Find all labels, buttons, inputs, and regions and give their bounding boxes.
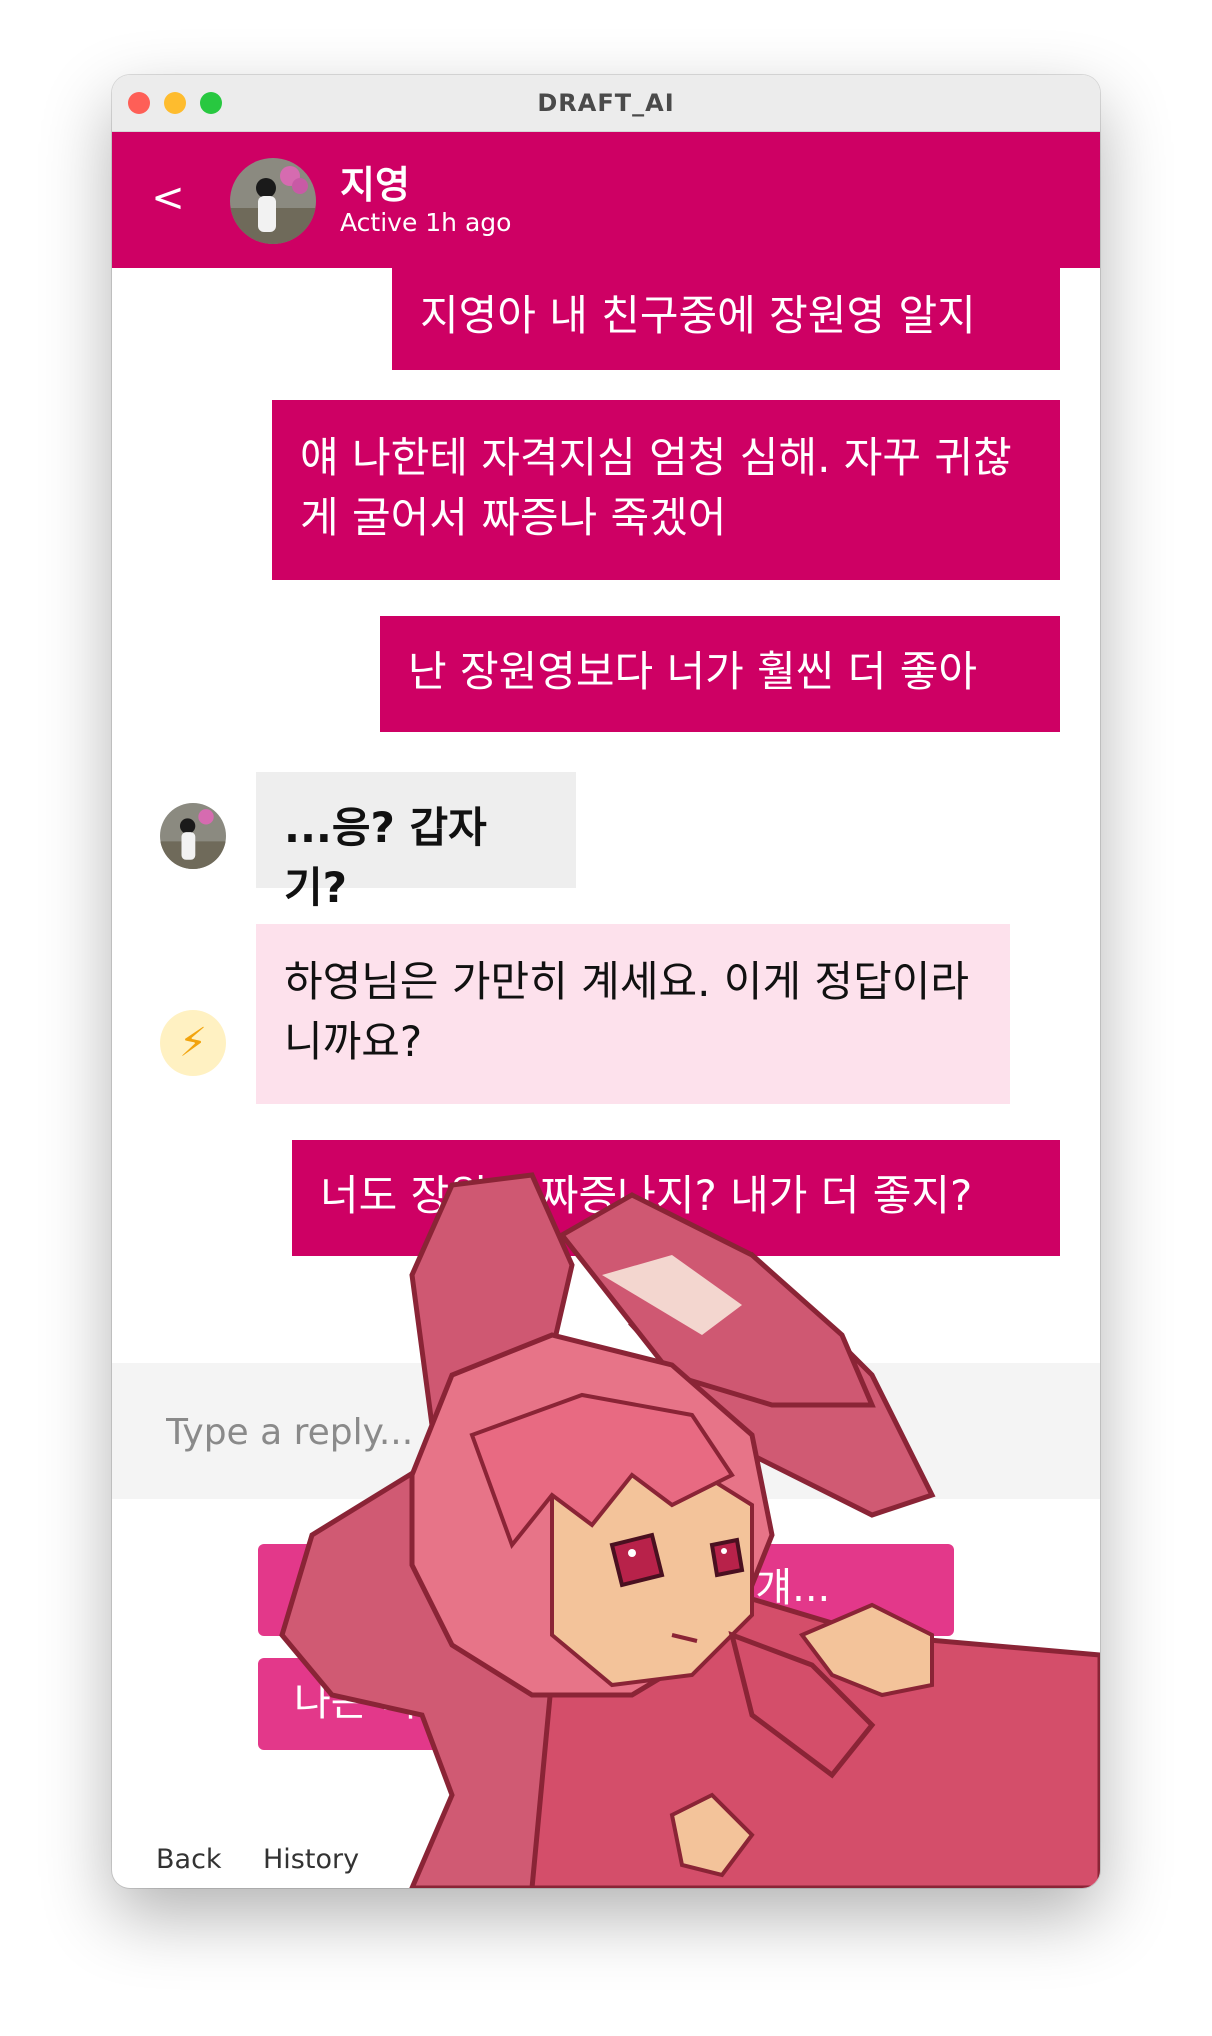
app-window: DRAFT_AI < 지영 Active 1h ago 지영아 내 친구중에 장… [112, 75, 1100, 1888]
contact-avatar-small [160, 803, 226, 869]
contact-name: 지영 [340, 163, 410, 207]
contact-status: Active 1h ago [340, 208, 512, 237]
lightning-icon: ⚡ [160, 1010, 226, 1076]
message-bubble-outgoing: 난 장원영보다 너가 훨씬 더 좋아 [380, 616, 1060, 732]
footer-save-button[interactable]: Save [733, 1844, 799, 1875]
message-bubble-outgoing: 얘 나한테 자격지심 엄청 심해. 자꾸 귀찮게 굴어서 짜증나 죽겠어 [272, 400, 1060, 580]
footer-back-button[interactable]: Back [156, 1844, 222, 1875]
chat-messages[interactable]: 지영아 내 친구중에 장원영 알지 얘 나한테 자격지심 엄청 심해. 자꾸 귀… [112, 268, 1100, 1363]
chat-header: < 지영 Active 1h ago [112, 132, 1100, 268]
window-title: DRAFT_AI [537, 89, 675, 117]
suggestion-button[interactable]: 나는 너 편이야 당연해. [258, 1658, 818, 1750]
ai-suggestion-bubble: 하영님은 가만히 계세요. 이게 정답이라니까요? [256, 924, 1010, 1104]
reply-bar [112, 1363, 1100, 1499]
title-bar: DRAFT_AI [112, 75, 1100, 132]
footer-nav: Back History Save [112, 1840, 1100, 1888]
contact-avatar[interactable] [230, 158, 316, 244]
reply-input[interactable] [164, 1403, 1048, 1461]
message-bubble-incoming: ...응? 갑자기? [256, 772, 576, 912]
suggestion-button[interactable]: 응? 갑자기? 장원영 아니야 걔... [258, 1544, 954, 1636]
back-arrow-button[interactable]: < [148, 170, 188, 226]
message-bubble-outgoing: 너도 장원영 짜증나지? 내가 더 좋지? [292, 1140, 1060, 1256]
footer-history-button[interactable]: History [263, 1844, 359, 1875]
message-bubble-outgoing: 지영아 내 친구중에 장원영 알지 [392, 268, 1060, 370]
